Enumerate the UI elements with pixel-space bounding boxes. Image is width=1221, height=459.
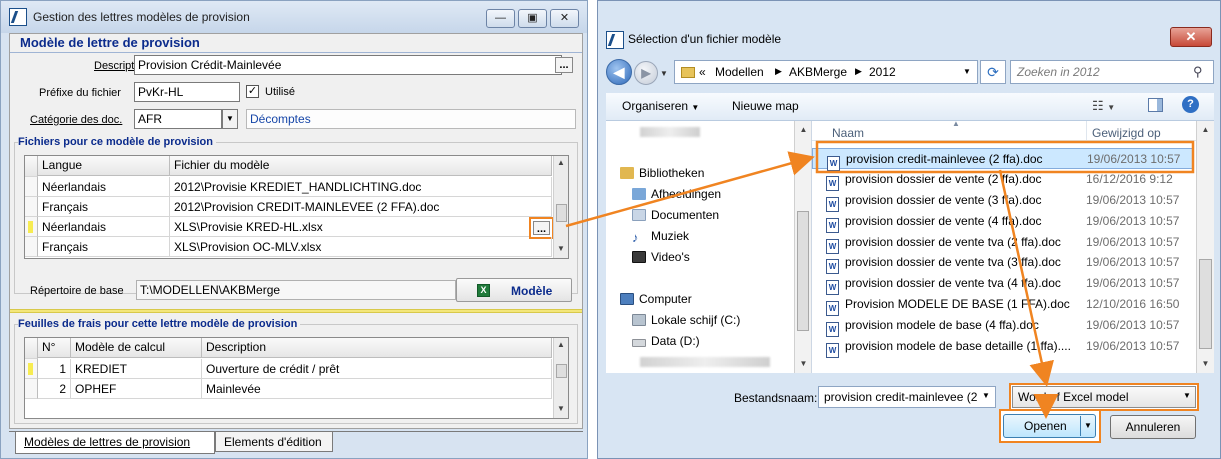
arrow-to-file bbox=[565, 151, 815, 228]
arrow-to-filter bbox=[998, 169, 1054, 387]
annotation-arrows bbox=[565, 140, 1195, 419]
selected-file-highlight bbox=[815, 140, 1195, 174]
